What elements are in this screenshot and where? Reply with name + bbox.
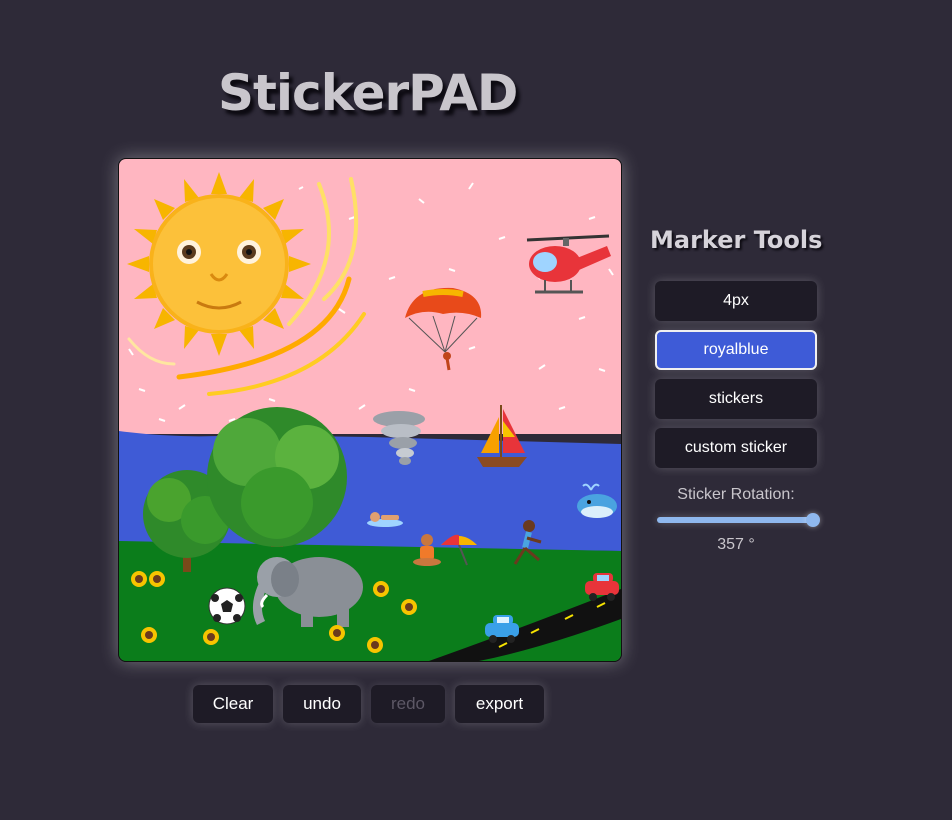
export-button[interactable]: export	[455, 685, 544, 723]
soccer-ball-sticker	[208, 587, 246, 625]
marker-size-button[interactable]: 4px	[655, 281, 817, 321]
sticker-rotation-slider[interactable]	[657, 513, 821, 527]
custom-sticker-button[interactable]: custom sticker	[655, 428, 817, 468]
marker-color-button[interactable]: royalblue	[655, 330, 817, 370]
sun-sticker	[127, 172, 311, 356]
slider-thumb[interactable]	[806, 513, 821, 527]
marker-tools-heading: Marker Tools	[650, 226, 823, 254]
app-title: StickerPAD	[218, 64, 518, 122]
tree-sticker-front	[207, 407, 347, 547]
slider-track[interactable]	[657, 517, 815, 523]
clear-button[interactable]: Clear	[193, 685, 273, 723]
undo-button[interactable]: undo	[283, 685, 361, 723]
sticker-rotation-label: Sticker Rotation:	[677, 486, 795, 503]
redo-button[interactable]: redo	[371, 685, 445, 723]
drawing-canvas[interactable]	[118, 158, 622, 662]
sticker-rotation-value: 357 °	[717, 536, 755, 553]
stickers-button[interactable]: stickers	[655, 379, 817, 419]
